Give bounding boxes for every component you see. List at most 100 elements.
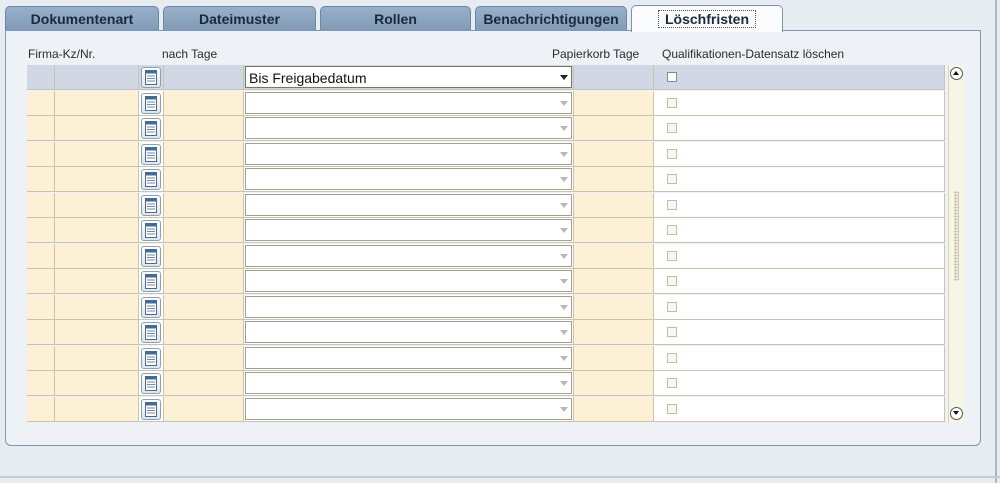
quali-delete-checkbox[interactable] bbox=[667, 72, 677, 82]
cell-firma-kz[interactable] bbox=[27, 116, 55, 141]
cell-papierkorb-tage[interactable] bbox=[574, 167, 654, 192]
dropdown-arrow-icon[interactable] bbox=[560, 203, 568, 208]
table-row[interactable] bbox=[27, 397, 945, 422]
cell-firma-nr[interactable] bbox=[55, 218, 139, 243]
cell-nach-tage[interactable] bbox=[164, 91, 244, 116]
table-row[interactable] bbox=[27, 346, 945, 371]
cell-papierkorb-tage[interactable] bbox=[574, 91, 654, 116]
document-lookup-button[interactable] bbox=[141, 246, 161, 267]
delete-basis-select[interactable]: Bis Freigabedatum bbox=[245, 66, 572, 88]
cell-firma-nr[interactable] bbox=[55, 193, 139, 218]
cell-firma-nr[interactable] bbox=[55, 167, 139, 192]
table-row[interactable] bbox=[27, 244, 945, 269]
table-row[interactable] bbox=[27, 193, 945, 218]
dropdown-arrow-icon[interactable] bbox=[560, 126, 568, 131]
cell-papierkorb-tage[interactable] bbox=[574, 193, 654, 218]
table-row[interactable] bbox=[27, 142, 945, 167]
delete-basis-select[interactable] bbox=[245, 372, 572, 394]
cell-nach-tage[interactable] bbox=[164, 397, 244, 422]
table-row[interactable] bbox=[27, 167, 945, 192]
cell-papierkorb-tage[interactable] bbox=[574, 116, 654, 141]
cell-firma-nr[interactable] bbox=[55, 346, 139, 371]
cell-firma-kz[interactable] bbox=[27, 167, 55, 192]
cell-firma-kz[interactable] bbox=[27, 244, 55, 269]
delete-basis-select[interactable] bbox=[245, 270, 572, 292]
tab-rollen[interactable]: Rollen bbox=[320, 6, 471, 31]
delete-basis-select[interactable] bbox=[245, 321, 572, 343]
cell-nach-tage[interactable] bbox=[164, 167, 244, 192]
cell-nach-tage[interactable] bbox=[164, 65, 244, 90]
cell-firma-nr[interactable] bbox=[55, 142, 139, 167]
document-lookup-button[interactable] bbox=[141, 271, 161, 292]
cell-nach-tage[interactable] bbox=[164, 295, 244, 320]
table-row[interactable] bbox=[27, 371, 945, 396]
cell-firma-nr[interactable] bbox=[55, 116, 139, 141]
document-lookup-button[interactable] bbox=[141, 348, 161, 369]
cell-papierkorb-tage[interactable] bbox=[574, 397, 654, 422]
quali-delete-checkbox[interactable] bbox=[667, 302, 677, 312]
dropdown-arrow-icon[interactable] bbox=[560, 228, 568, 233]
cell-firma-kz[interactable] bbox=[27, 295, 55, 320]
dropdown-arrow-icon[interactable] bbox=[560, 381, 568, 386]
document-lookup-button[interactable] bbox=[141, 399, 161, 420]
delete-basis-select[interactable] bbox=[245, 296, 572, 318]
document-lookup-button[interactable] bbox=[141, 297, 161, 318]
dropdown-arrow-icon[interactable] bbox=[560, 75, 568, 80]
table-row[interactable] bbox=[27, 269, 945, 294]
cell-nach-tage[interactable] bbox=[164, 244, 244, 269]
cell-nach-tage[interactable] bbox=[164, 346, 244, 371]
cell-firma-nr[interactable] bbox=[55, 371, 139, 396]
table-row[interactable]: Bis Freigabedatum bbox=[27, 65, 945, 90]
dropdown-arrow-icon[interactable] bbox=[560, 356, 568, 361]
delete-basis-select[interactable] bbox=[245, 194, 572, 216]
vertical-scrollbar[interactable] bbox=[948, 65, 964, 423]
tab-dokumentenart[interactable]: Dokumentenart bbox=[5, 6, 159, 31]
table-row[interactable] bbox=[27, 320, 945, 345]
quali-delete-checkbox[interactable] bbox=[667, 327, 677, 337]
cell-papierkorb-tage[interactable] bbox=[574, 244, 654, 269]
cell-firma-nr[interactable] bbox=[55, 65, 139, 90]
cell-firma-nr[interactable] bbox=[55, 295, 139, 320]
tab-benachrichtigungen[interactable]: Benachrichtigungen bbox=[475, 6, 627, 31]
dropdown-arrow-icon[interactable] bbox=[560, 305, 568, 310]
scroll-grip[interactable] bbox=[954, 191, 959, 281]
document-lookup-button[interactable] bbox=[141, 169, 161, 190]
document-lookup-button[interactable] bbox=[141, 322, 161, 343]
cell-papierkorb-tage[interactable] bbox=[574, 371, 654, 396]
cell-firma-kz[interactable] bbox=[27, 397, 55, 422]
cell-firma-kz[interactable] bbox=[27, 91, 55, 116]
quali-delete-checkbox[interactable] bbox=[667, 174, 677, 184]
delete-basis-select[interactable] bbox=[245, 168, 572, 190]
quali-delete-checkbox[interactable] bbox=[667, 276, 677, 286]
cell-firma-kz[interactable] bbox=[27, 142, 55, 167]
quali-delete-checkbox[interactable] bbox=[667, 98, 677, 108]
table-row[interactable] bbox=[27, 218, 945, 243]
cell-nach-tage[interactable] bbox=[164, 193, 244, 218]
dropdown-arrow-icon[interactable] bbox=[560, 279, 568, 284]
tab-loeschfristen[interactable]: Löschfristen bbox=[631, 5, 783, 32]
dropdown-arrow-icon[interactable] bbox=[560, 152, 568, 157]
quali-delete-checkbox[interactable] bbox=[667, 404, 677, 414]
cell-firma-nr[interactable] bbox=[55, 269, 139, 294]
dropdown-arrow-icon[interactable] bbox=[560, 407, 568, 412]
quali-delete-checkbox[interactable] bbox=[667, 353, 677, 363]
cell-nach-tage[interactable] bbox=[164, 371, 244, 396]
cell-papierkorb-tage[interactable] bbox=[574, 320, 654, 345]
document-lookup-button[interactable] bbox=[141, 195, 161, 216]
cell-firma-kz[interactable] bbox=[27, 269, 55, 294]
cell-nach-tage[interactable] bbox=[164, 320, 244, 345]
cell-nach-tage[interactable] bbox=[164, 116, 244, 141]
delete-basis-select[interactable] bbox=[245, 245, 572, 267]
document-lookup-button[interactable] bbox=[141, 220, 161, 241]
quali-delete-checkbox[interactable] bbox=[667, 200, 677, 210]
cell-firma-kz[interactable] bbox=[27, 65, 55, 90]
cell-papierkorb-tage[interactable] bbox=[574, 346, 654, 371]
document-lookup-button[interactable] bbox=[141, 144, 161, 165]
cell-papierkorb-tage[interactable] bbox=[574, 65, 654, 90]
cell-papierkorb-tage[interactable] bbox=[574, 269, 654, 294]
table-row[interactable] bbox=[27, 295, 945, 320]
table-row[interactable] bbox=[27, 91, 945, 116]
cell-nach-tage[interactable] bbox=[164, 142, 244, 167]
cell-firma-nr[interactable] bbox=[55, 397, 139, 422]
scroll-down-button[interactable] bbox=[950, 407, 963, 420]
